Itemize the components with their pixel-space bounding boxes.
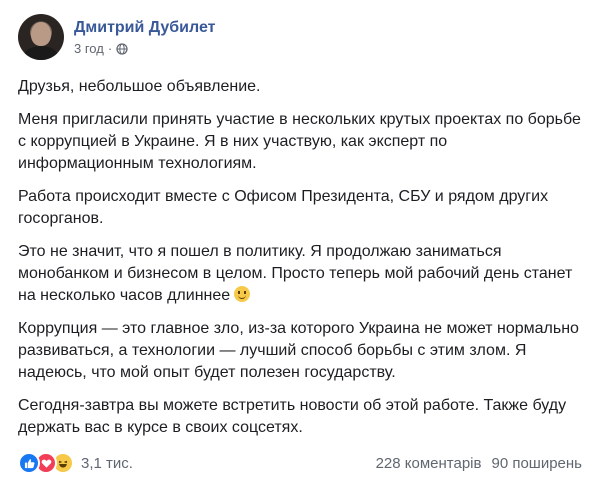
separator-dot: · xyxy=(107,41,113,56)
post-meta: Дмитрий Дубилет 3 год · xyxy=(74,18,215,56)
post-footer: 3,1 тис. 228 коментарів 90 поширень xyxy=(18,452,582,474)
facebook-post: Дмитрий Дубилет 3 год · Друзья, небольшо… xyxy=(0,0,600,498)
author-name[interactable]: Дмитрий Дубилет xyxy=(74,18,215,38)
post-paragraph: Меня пригласили принять участие в нескол… xyxy=(18,111,581,172)
post-paragraph: Коррупция — это главное зло, из-за котор… xyxy=(18,320,579,381)
shares-count[interactable]: 90 поширень xyxy=(491,455,582,472)
post-header: Дмитрий Дубилет 3 год · xyxy=(18,12,582,62)
reactions-summary[interactable]: 3,1 тис. xyxy=(18,452,133,474)
post-paragraph-text: Это не значит, что я пошел в политику. Я… xyxy=(18,243,573,304)
like-icon xyxy=(18,452,40,474)
post-paragraph: Работа происходит вместе с Офисом Презид… xyxy=(18,188,549,227)
globe-icon[interactable] xyxy=(116,42,128,55)
smile-emoji-icon xyxy=(234,286,251,302)
post-paragraph: Сегодня-завтра вы можете встретить новос… xyxy=(18,397,567,436)
comments-count[interactable]: 228 коментарів xyxy=(376,455,482,472)
post-time[interactable]: 3 год xyxy=(74,41,104,56)
reactions-count[interactable]: 3,1 тис. xyxy=(81,455,133,472)
post-subline: 3 год · xyxy=(74,41,215,56)
post-paragraph-with-emoji: Это не значит, что я пошел в политику. Я… xyxy=(18,241,582,307)
post-paragraph: Друзья, небольшое объявление. xyxy=(18,78,261,95)
post-body: Друзья, небольшое объявление. Меня пригл… xyxy=(18,76,582,439)
author-avatar[interactable] xyxy=(18,14,64,60)
post-stats: 228 коментарів 90 поширень xyxy=(376,455,582,472)
